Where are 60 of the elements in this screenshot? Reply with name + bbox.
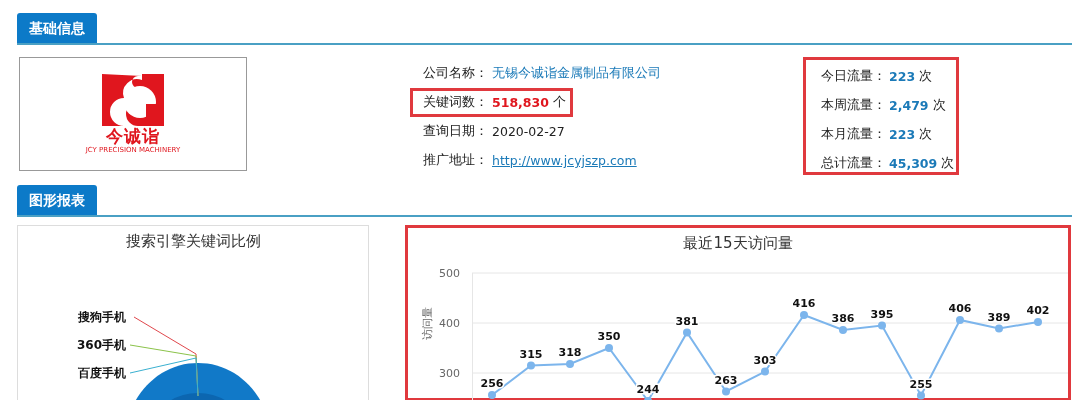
data-label: 386 <box>831 312 855 325</box>
data-point <box>644 397 652 400</box>
slice-label: 搜狗手机 <box>78 310 126 324</box>
slice-label: 360手机 <box>76 338 126 352</box>
company-name: 无锡今诚诣金属制品有限公司 <box>492 65 661 82</box>
traffic-value: 223 <box>889 127 916 142</box>
section-title: 图形报表 <box>17 185 97 215</box>
data-point <box>956 316 964 324</box>
field-value: 2020-02-27 <box>492 124 565 139</box>
field-label: 公司名称： <box>423 65 488 82</box>
data-point <box>1034 318 1042 326</box>
data-label: 315 <box>519 347 543 361</box>
chart-title: 最近15天访问量 <box>682 233 794 254</box>
axis-tick-label: 400 <box>439 317 460 330</box>
traffic-label: 本周流量： <box>821 97 886 114</box>
data-point <box>761 367 769 376</box>
axis-tick-label: 300 <box>439 367 460 380</box>
data-point <box>683 328 691 337</box>
field-label: 查询日期： <box>423 123 488 140</box>
website-link[interactable]: http://www.jcyjszp.com <box>492 153 637 168</box>
section-title: 基础信息 <box>17 13 97 43</box>
traffic-label: 总计流量： <box>821 155 886 172</box>
data-point <box>605 344 613 352</box>
data-point <box>878 321 886 330</box>
chart-title: 搜索引擎关键词比例 <box>124 231 262 252</box>
field-label: 推广地址： <box>423 152 488 169</box>
traffic-label: 本月流量： <box>821 126 886 143</box>
data-label: 381 <box>675 314 699 328</box>
data-point <box>527 361 535 370</box>
unit-label: 次 <box>941 155 955 172</box>
unit-label: 次 <box>932 97 946 114</box>
data-point <box>488 391 496 399</box>
unit-label: 次 <box>919 126 933 143</box>
data-point <box>722 387 730 396</box>
traffic-label: 今日流量： <box>821 68 886 85</box>
traffic-value: 2,479 <box>889 98 929 113</box>
unit-label: 个 <box>552 94 566 111</box>
unit-label: 次 <box>919 68 933 85</box>
data-label: 402 <box>1026 304 1050 317</box>
axis-tick-label: 500 <box>439 267 460 280</box>
data-point <box>800 311 808 319</box>
data-label: 318 <box>558 346 582 359</box>
slice-label: 百度手机 <box>78 366 126 380</box>
data-point <box>839 326 847 334</box>
traffic-value: 223 <box>889 69 916 84</box>
data-label: 256 <box>480 377 504 390</box>
field-label: 关键词数： <box>423 94 488 111</box>
data-label: 303 <box>753 353 777 367</box>
logo-wordmark: 今诚诣 <box>106 125 160 146</box>
keyword-count: 518,830 <box>492 95 549 110</box>
data-label: 395 <box>870 307 894 321</box>
data-label: 389 <box>987 310 1011 324</box>
data-point <box>995 324 1003 333</box>
data-label: 416 <box>792 297 816 310</box>
traffic-value: 45,309 <box>889 156 938 171</box>
axis-title: 访问量 <box>421 306 434 340</box>
data-point <box>566 360 574 368</box>
data-label: 350 <box>597 330 621 343</box>
data-point <box>917 391 925 400</box>
data-label: 406 <box>948 302 972 315</box>
